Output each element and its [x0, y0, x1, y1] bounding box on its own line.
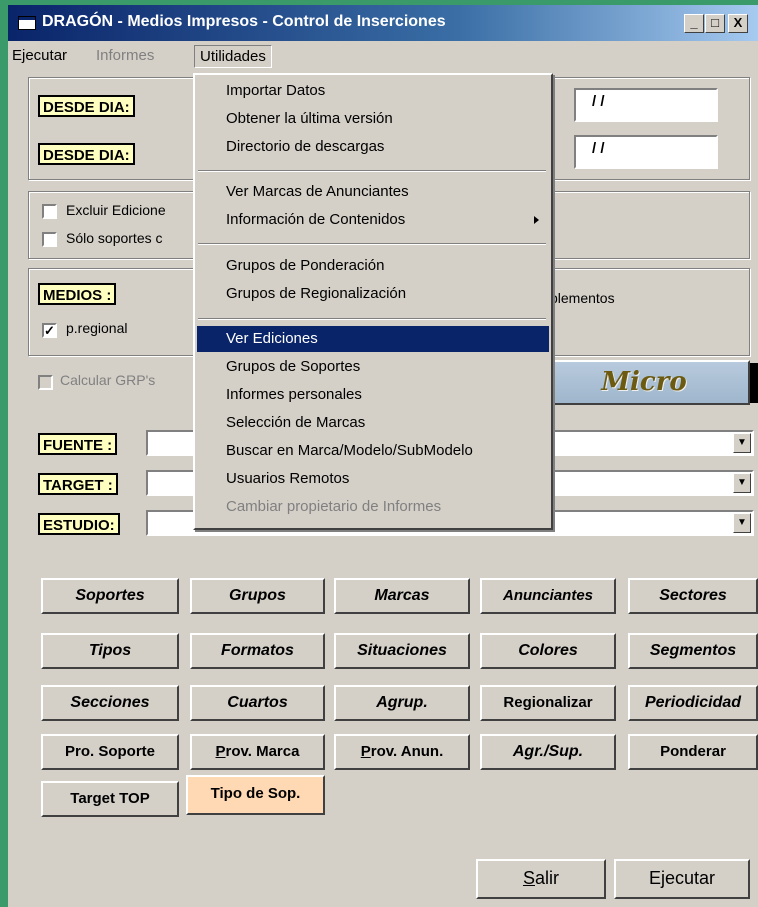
formatos-button[interactable]: Formatos — [190, 633, 325, 669]
maximize-button[interactable]: □ — [705, 14, 725, 33]
menu-separator — [198, 243, 546, 245]
agr-sup-button[interactable]: Agr./Sup. — [480, 734, 616, 770]
chevron-down-icon[interactable]: ▼ — [733, 473, 751, 493]
date-value-2: / / — [592, 140, 605, 157]
cuartos-button[interactable]: Cuartos — [190, 685, 325, 721]
calcular-grp-label: Calcular GRP's — [60, 372, 156, 388]
excluir-ediciones-label: Excluir Edicione — [66, 202, 166, 218]
segmentos-button[interactable]: Segmentos — [628, 633, 758, 669]
pregional-checkbox[interactable]: ✓ — [42, 323, 57, 338]
grupos-button[interactable]: Grupos — [190, 578, 325, 614]
chevron-down-icon[interactable]: ▼ — [733, 433, 751, 453]
prov-marca-label: rov. Marca — [225, 743, 300, 760]
fuente-label: FUENTE : — [38, 433, 118, 455]
menu-item-ver-marcas[interactable]: Ver Marcas de Anunciantes — [197, 179, 549, 205]
menu-item-grupos-ponderacion[interactable]: Grupos de Ponderación — [197, 253, 549, 279]
chevron-down-icon[interactable]: ▼ — [733, 513, 751, 533]
excluir-ediciones-checkbox[interactable] — [42, 204, 57, 219]
secciones-button[interactable]: Secciones — [41, 685, 179, 721]
estudio-label: ESTUDIO: — [38, 513, 120, 535]
menu-item-directorio-descargas[interactable]: Directorio de descargas — [197, 134, 549, 160]
salir-mnemonic: S — [522, 868, 535, 888]
app-icon — [18, 16, 36, 30]
ejecutar-button[interactable]: Ejecutar — [614, 859, 750, 899]
utilidades-dropdown: Importar Datos Obtener la última versión… — [193, 73, 553, 530]
menu-item-informacion-contenidos[interactable]: Información de Contenidos — [197, 207, 549, 233]
desde-dia-label-2: DESDE DIA: — [38, 143, 135, 165]
menu-item-seleccion-marcas[interactable]: Selección de Marcas — [197, 410, 549, 436]
periodicidad-button[interactable]: Periodicidad — [628, 685, 758, 721]
date-field-1[interactable]: / / — [574, 88, 718, 122]
sectores-button[interactable]: Sectores — [628, 578, 758, 614]
prov-anun-mnemonic: P — [360, 743, 371, 760]
window-title: DRAGÓN - Medios Impresos - Control de In… — [42, 13, 446, 30]
menu-separator — [198, 170, 546, 172]
menu-informes[interactable]: Informes — [96, 47, 154, 64]
colores-button[interactable]: Colores — [480, 633, 616, 669]
date-field-2[interactable]: / / — [574, 135, 718, 169]
menu-item-grupos-regionalizacion[interactable]: Grupos de Regionalización — [197, 281, 549, 307]
regionalizar-button[interactable]: Regionalizar — [480, 685, 616, 721]
ponderar-button[interactable]: Ponderar — [628, 734, 758, 770]
menu-item-grupos-soportes[interactable]: Grupos de Soportes — [197, 354, 549, 380]
menu-item-informacion-contenidos-label: Información de Contenidos — [226, 211, 406, 228]
agrup-button[interactable]: Agrup. — [334, 685, 470, 721]
desde-dia-label-1: DESDE DIA: — [38, 95, 135, 117]
menu-item-obtener-version[interactable]: Obtener la última versión — [197, 106, 549, 132]
solo-soportes-label: Sólo soportes c — [66, 230, 163, 246]
menu-item-buscar-marca[interactable]: Buscar en Marca/Modelo/SubModelo — [197, 438, 549, 464]
anunciantes-button[interactable]: Anunciantes — [480, 578, 616, 614]
main-window: DRAGÓN - Medios Impresos - Control de In… — [8, 5, 758, 907]
menu-item-importar-datos[interactable]: Importar Datos — [197, 78, 549, 104]
menu-item-cambiar-propietario[interactable]: Cambiar propietario de Informes — [197, 494, 549, 520]
micro-logo[interactable]: Micro — [538, 360, 750, 405]
micro-logo-edge — [750, 363, 758, 403]
menu-item-ver-ediciones[interactable]: Ver Ediciones — [197, 326, 549, 352]
menu-separator — [198, 318, 546, 320]
menu-ejecutar[interactable]: Ejecutar — [12, 47, 67, 64]
menu-utilidades[interactable]: Utilidades — [194, 45, 272, 68]
close-button[interactable]: X — [728, 14, 748, 33]
tipos-button[interactable]: Tipos — [41, 633, 179, 669]
menu-item-usuarios-remotos[interactable]: Usuarios Remotos — [197, 466, 549, 492]
prov-anun-button[interactable]: Prov. Anun. — [334, 734, 470, 770]
prov-anun-label: rov. Anun. — [370, 743, 444, 760]
title-bar: DRAGÓN - Medios Impresos - Control de In… — [8, 5, 758, 41]
soportes-button[interactable]: Soportes — [41, 578, 179, 614]
salir-button[interactable]: Salir — [476, 859, 606, 899]
date-value-1: / / — [592, 93, 605, 110]
target-top-button[interactable]: Target TOP — [41, 781, 179, 817]
pregional-label: p.regional — [66, 320, 128, 336]
marcas-button[interactable]: Marcas — [334, 578, 470, 614]
target-label: TARGET : — [38, 473, 118, 495]
pro-soporte-button[interactable]: Pro. Soporte — [41, 734, 179, 770]
salir-label: alir — [535, 868, 560, 888]
tipo-sop-button[interactable]: Tipo de Sop. — [186, 775, 325, 815]
minimize-button[interactable]: _ — [684, 14, 704, 33]
medios-label: MEDIOS : — [38, 283, 117, 305]
menu-bar: Ejecutar Informes Utilidades — [8, 41, 758, 72]
solo-soportes-checkbox[interactable] — [42, 232, 57, 247]
submenu-arrow-icon — [534, 216, 539, 224]
suplementos-label: plementos — [550, 290, 615, 306]
prov-marca-mnemonic: P — [215, 743, 226, 760]
situaciones-button[interactable]: Situaciones — [334, 633, 470, 669]
calcular-grp-checkbox[interactable] — [38, 375, 53, 390]
prov-marca-button[interactable]: Prov. Marca — [190, 734, 325, 770]
menu-item-informes-personales[interactable]: Informes personales — [197, 382, 549, 408]
